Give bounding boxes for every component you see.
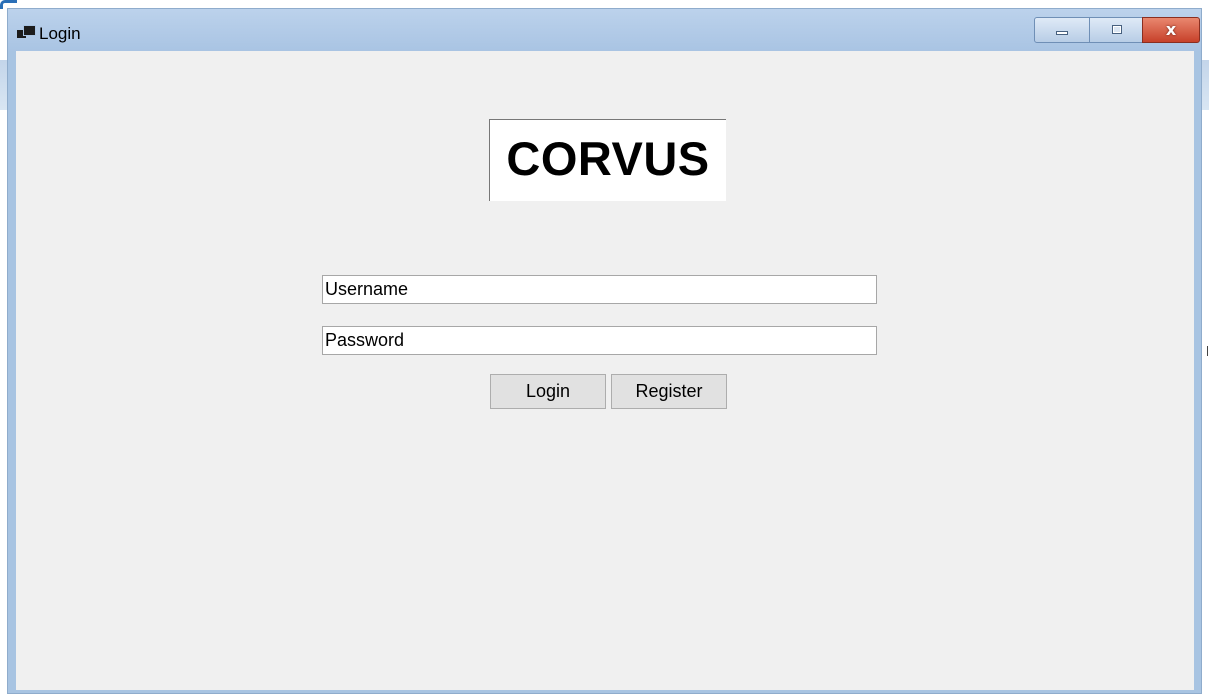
logo-text: CORVUS [506,132,710,185]
edge-mark [1207,346,1208,356]
username-input[interactable]: Username [322,275,877,304]
minimize-icon [1056,31,1068,35]
app-window-icon[interactable] [17,25,36,40]
maximize-button[interactable] [1089,17,1143,43]
close-icon: x [1165,20,1177,39]
close-button[interactable]: x [1142,17,1200,43]
minimize-button[interactable] [1034,17,1090,43]
register-button[interactable]: Register [611,374,727,409]
window-title: Login [39,24,81,43]
title-bar[interactable]: Login x [8,9,1201,51]
client-area: CORVUS Username Password Login Register [16,51,1194,690]
maximize-icon [1112,25,1122,34]
password-input[interactable]: Password [322,326,877,355]
app-icon-front-square [23,25,36,36]
logo-box: CORVUS [489,119,726,201]
login-window: Login x CORVUS Username Password Login R… [7,8,1202,694]
login-button[interactable]: Login [490,374,606,409]
